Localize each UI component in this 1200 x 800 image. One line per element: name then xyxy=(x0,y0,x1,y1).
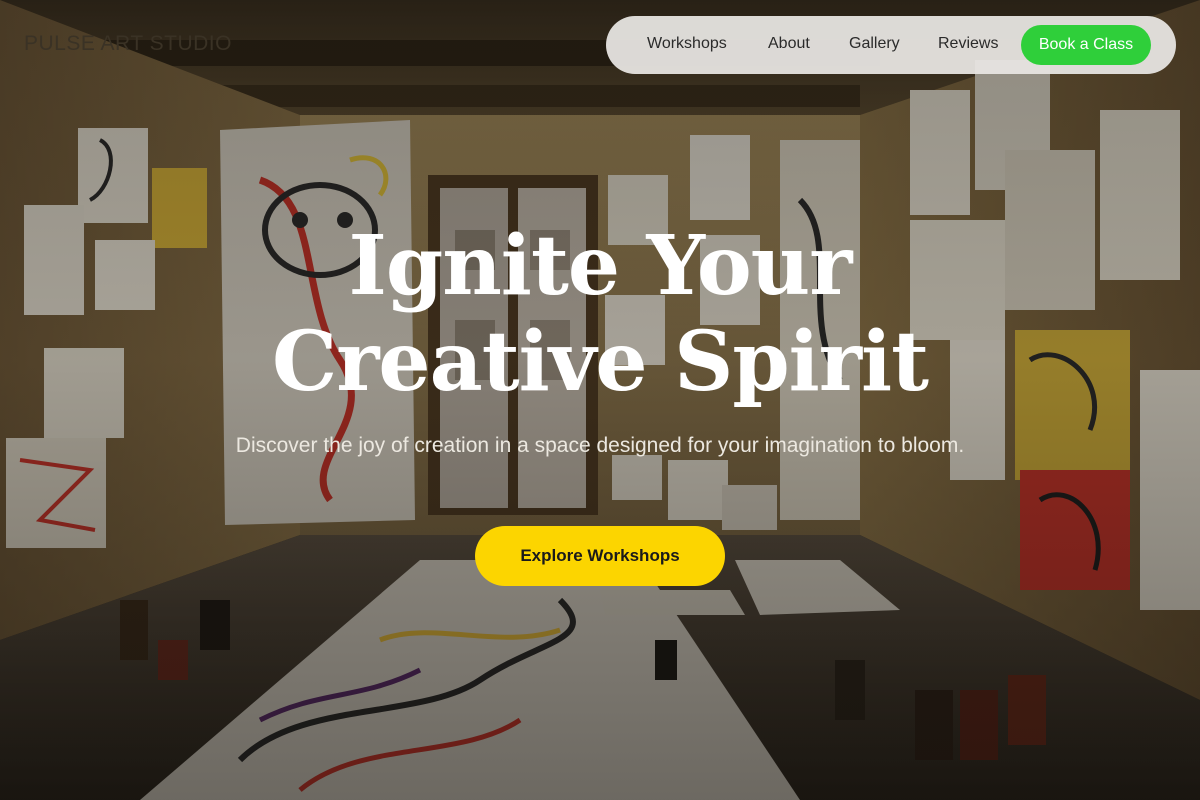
hero-headline: Ignite Your Creative Spirit xyxy=(100,218,1100,410)
hero-section: PULSE ART STUDIO Workshops About Gallery… xyxy=(0,0,1200,800)
nav-link-gallery[interactable]: Gallery xyxy=(849,35,900,53)
brand-logo[interactable]: PULSE ART STUDIO xyxy=(24,32,232,56)
book-a-class-button[interactable]: Book a Class xyxy=(1021,25,1151,65)
top-navigation: Workshops About Gallery Reviews Book a C… xyxy=(606,16,1176,74)
hero-headline-line-1: Ignite Your xyxy=(348,218,853,314)
nav-link-workshops[interactable]: Workshops xyxy=(647,35,727,53)
explore-workshops-button[interactable]: Explore Workshops xyxy=(475,526,725,586)
hero-headline-line-2: Creative Spirit xyxy=(271,314,929,410)
nav-link-about[interactable]: About xyxy=(768,35,810,53)
nav-link-reviews[interactable]: Reviews xyxy=(938,35,998,53)
hero-subtitle: Discover the joy of creation in a space … xyxy=(235,434,965,457)
